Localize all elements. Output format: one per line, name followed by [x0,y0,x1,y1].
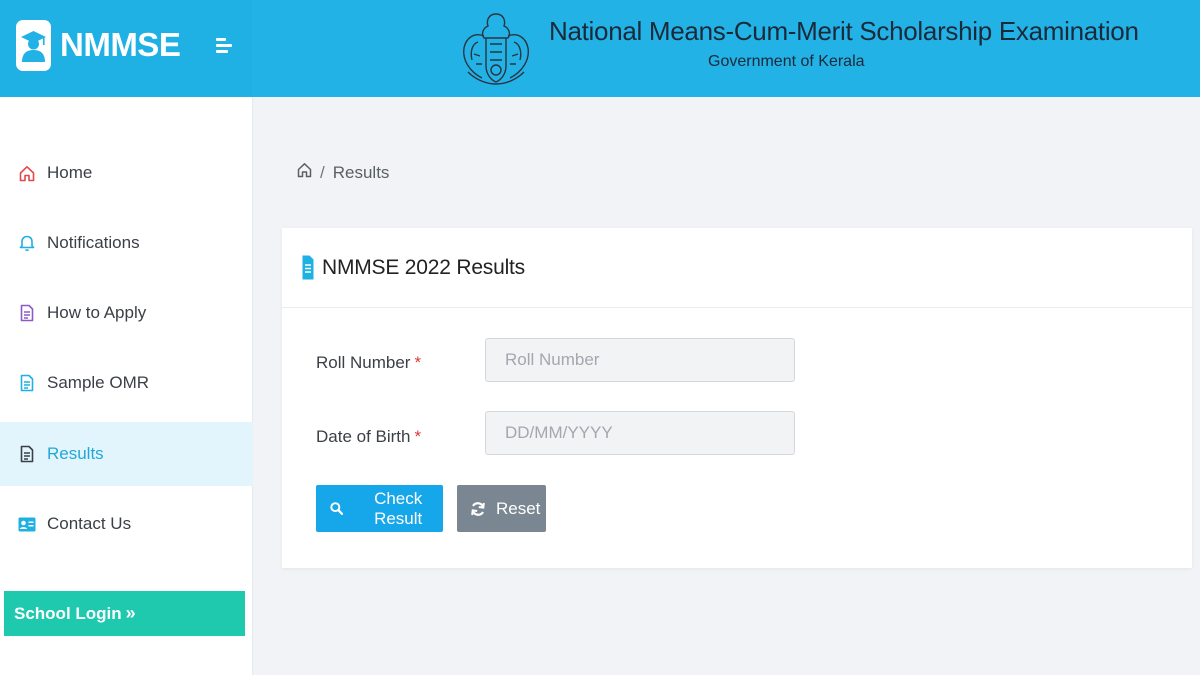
sidebar-item-label: Results [47,444,104,463]
roll-number-label-text: Roll Number [316,353,411,372]
check-result-label: Check Result [374,488,423,528]
sidebar: Home Notifications How to Apply Sample O… [0,97,253,675]
school-login-button[interactable]: School Login » [4,591,245,636]
breadcrumb-separator: / [320,162,325,182]
header-title: National Means-Cum-Merit Scholarship Exa… [549,16,1139,46]
sidebar-item-sample-omr[interactable]: Sample OMR [0,351,253,415]
brand-name[interactable]: NMMSE [60,26,181,64]
sidebar-item-label: Contact Us [47,514,132,533]
document-icon [18,304,36,322]
search-icon [330,502,344,515]
dob-label-text: Date of Birth [316,427,411,446]
kerala-emblem-icon [463,13,529,85]
dob-label: Date of Birth * [316,427,421,447]
card-header: NMMSE 2022 Results [282,228,1192,308]
brand-area: NMMSE [0,0,252,97]
check-result-button[interactable]: Check Result [316,485,443,532]
document-icon [18,374,36,392]
home-icon [18,164,36,182]
document-icon [18,445,36,463]
required-mark: * [414,427,422,446]
refresh-icon [471,501,485,516]
sidebar-item-results[interactable]: Results [0,422,253,486]
sidebar-item-contact-us[interactable]: Contact Us [0,492,253,556]
document-icon [302,255,314,285]
results-card: NMMSE 2022 Results Roll Number* Date of … [282,228,1192,568]
card-title: NMMSE 2022 Results [322,256,525,279]
breadcrumb: / Results [297,162,389,183]
roll-number-input[interactable] [485,338,795,382]
reset-button[interactable]: Reset [457,485,546,532]
top-header: NMMSE National Means-Cum-Merit Scholarsh… [0,0,1200,97]
home-icon[interactable] [297,162,312,183]
header-subtitle: Government of Kerala [708,53,865,70]
sidebar-item-label: Sample OMR [47,373,150,392]
school-login-label: School Login [14,603,122,623]
menu-toggle-icon[interactable] [216,38,234,56]
sidebar-item-label: Home [47,163,93,182]
sidebar-item-home[interactable]: Home [0,141,253,205]
double-chevron-right-icon: » [125,603,136,623]
sidebar-item-label: Notifications [47,233,140,252]
dob-input[interactable] [485,411,795,455]
reset-label: Reset [496,498,541,518]
bell-icon [18,234,36,252]
roll-number-label: Roll Number * [316,353,421,373]
sidebar-item-label: How to Apply [47,303,147,322]
breadcrumb-current: Results [332,162,390,182]
sidebar-item-notifications[interactable]: Notifications [0,211,253,275]
student-logo-icon [16,20,51,71]
contact-card-icon [18,515,36,533]
required-mark: * [414,353,422,372]
sidebar-item-how-to-apply[interactable]: How to Apply [0,281,253,345]
